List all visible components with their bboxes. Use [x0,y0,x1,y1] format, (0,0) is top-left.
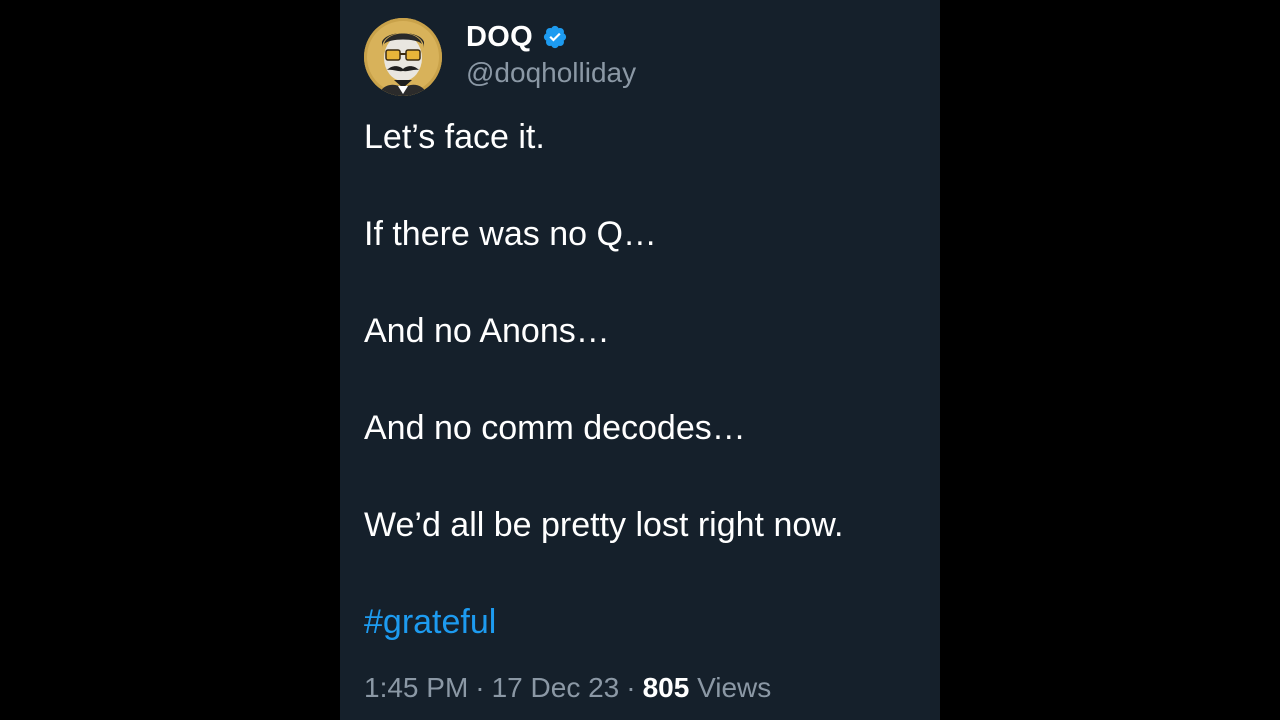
views-count: 805 [642,672,690,703]
name-row: DOQ [466,19,636,55]
meta-separator: · [475,672,485,703]
tweet-text-line: And no Anons… [364,312,610,350]
screen: DOQ @doqholliday Let’s face it. If there… [0,0,1280,720]
tweet-metadata: 1:45 PM · 17 Dec 23 · 805 Views [364,668,771,708]
author-display-name[interactable]: DOQ [466,21,533,54]
tweet-body: Let’s face it. If there was no Q… And no… [364,116,924,643]
tweet-card: DOQ @doqholliday Let’s face it. If there… [340,0,940,720]
tweet-header: DOQ @doqholliday [364,18,636,98]
author-names: DOQ @doqholliday [466,18,636,89]
verified-badge-icon [542,24,568,50]
tweet-text-line: We’d all be pretty lost right now. [364,506,844,544]
author-avatar[interactable] [364,18,442,96]
meta-separator: · [626,672,636,703]
tweet-time-link[interactable]: 1:45 PM · 17 Dec 23 [364,672,619,703]
avatar-portrait-icon [364,18,442,96]
tweet-text-line: And no comm decodes… [364,409,746,447]
tweet-text-line: If there was no Q… [364,215,657,253]
views-link[interactable]: 805 Views [643,672,772,703]
author-handle[interactable]: @doqholliday [466,57,636,89]
tweet-text-line: Let’s face it. [364,118,545,156]
hashtag-link[interactable]: #grateful [364,601,924,643]
tweet-time: 1:45 PM [364,672,469,703]
tweet-date: 17 Dec 23 [491,672,620,703]
views-label: Views [697,672,772,703]
